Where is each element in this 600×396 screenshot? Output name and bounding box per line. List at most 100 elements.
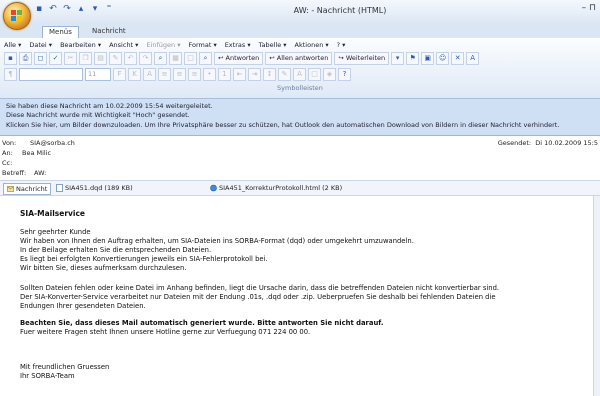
reply-button[interactable]: ↩ Antworten <box>214 52 264 65</box>
attachment-message-tab[interactable]: Nachricht <box>3 183 52 195</box>
bold-icon[interactable]: F <box>113 68 126 81</box>
from-value[interactable]: SIA@sorba.ch <box>30 139 75 147</box>
redo-icon[interactable]: ↷ <box>61 3 73 15</box>
toolbar-formatting: ¶ 11 F K A ≡ ≡ ≡ • 1 ⇤ ⇥ ↕ ✎ A □ ◈ ? <box>4 68 351 81</box>
attachment-html[interactable]: SIA451_KorrekturProtokoll.html (2 KB) <box>210 183 342 193</box>
search-icon[interactable]: ⌕ <box>199 52 212 65</box>
forward-icon: ↪ <box>338 54 346 62</box>
tab-menus[interactable]: Menüs <box>42 26 79 38</box>
sort-icon[interactable]: ↕ <box>263 68 276 81</box>
subject-label: Betreff: <box>2 169 27 177</box>
text-style-icon[interactable]: A <box>466 52 480 65</box>
message-heading: SIA-Mailservice <box>20 209 86 218</box>
office-logo-icon <box>10 9 24 23</box>
menu-format[interactable]: Format ▾ <box>188 41 216 49</box>
office-button[interactable] <box>3 2 31 30</box>
move-folder-icon[interactable]: ▣ <box>421 52 435 65</box>
paste-icon[interactable]: ▤ <box>94 52 107 65</box>
html-file-icon <box>210 184 217 192</box>
file-icon <box>56 184 63 192</box>
cut-icon[interactable]: ✂ <box>64 52 77 65</box>
menu-datei[interactable]: Datei ▾ <box>29 41 52 49</box>
indent-increase-icon[interactable]: ⇥ <box>248 68 261 81</box>
message-hotline: Fuer weitere Fragen steht Ihnen unsere H… <box>20 328 311 336</box>
message-line: In der Beilage erhalten Sie die entsprec… <box>20 246 212 254</box>
font-grow-icon[interactable]: A <box>143 68 156 81</box>
down-icon[interactable]: ▾ <box>89 3 101 15</box>
table-icon[interactable]: ▦ <box>169 52 182 65</box>
find-icon[interactable]: ⌕ <box>154 52 167 65</box>
to-value[interactable]: Bea Milic <box>22 149 51 157</box>
category-icon[interactable]: ▾ <box>391 52 405 65</box>
menu-einfuegen[interactable]: Einfügen ▾ <box>146 41 180 49</box>
save-icon[interactable]: ▪ <box>4 52 17 65</box>
border-icon[interactable]: □ <box>308 68 321 81</box>
flag-icon[interactable]: ⚑ <box>406 52 420 65</box>
ribbon-group-label: Symbolleisten <box>277 84 323 92</box>
reply-all-button[interactable]: ↩ Allen antworten <box>265 52 333 65</box>
message-line: Wir haben von Ihnen den Auftrag erhalten… <box>20 237 414 245</box>
menu-extras[interactable]: Extras ▾ <box>225 41 251 49</box>
font-color-icon[interactable]: A <box>293 68 306 81</box>
copy-icon[interactable]: ❐ <box>79 52 92 65</box>
menu-tabelle[interactable]: Tabelle ▾ <box>259 41 287 49</box>
message-closing: Mit freundlichen Gruessen <box>20 363 110 371</box>
to-label: An: <box>2 149 13 157</box>
align-right-icon[interactable]: ≡ <box>188 68 201 81</box>
menu-bearbeiten[interactable]: Bearbeiten ▾ <box>60 41 101 49</box>
message-line: Endungen Ihrer gesendeten Dateien. <box>20 302 146 310</box>
format-painter-icon[interactable]: ✎ <box>109 52 122 65</box>
save-icon[interactable]: ▪ <box>33 3 45 15</box>
message-signature: Ihr SORBA-Team <box>20 372 75 380</box>
undo-icon[interactable]: ↶ <box>47 3 59 15</box>
font-family-select[interactable] <box>19 68 83 81</box>
message-line: Es liegt bei erfolgten Konvertierungen j… <box>20 255 268 263</box>
box-icon[interactable]: □ <box>184 52 197 65</box>
window-controls[interactable]: – ⊓ <box>582 3 596 13</box>
reply-all-icon: ↩ <box>269 54 277 62</box>
align-center-icon[interactable]: ≡ <box>173 68 186 81</box>
message-line: Wir bitten Sie, dieses aufmerksam durchz… <box>20 264 187 272</box>
classic-menu-bar: Alle ▾ Datei ▾ Bearbeiten ▾ Ansicht ▾ Ei… <box>4 41 345 49</box>
info-importance: Diese Nachricht wurde mit Wichtigkeit "H… <box>6 111 190 119</box>
window-title: AW: - Nachricht (HTML) <box>293 6 387 15</box>
subject-value: AW: <box>34 169 47 177</box>
numbering-icon[interactable]: 1 <box>218 68 231 81</box>
indent-decrease-icon[interactable]: ⇤ <box>233 68 246 81</box>
undo-icon[interactable]: ↶ <box>124 52 137 65</box>
from-label: Von: <box>2 139 17 147</box>
shading-icon[interactable]: ◈ <box>323 68 336 81</box>
envelope-icon <box>7 185 14 193</box>
message-line: Sollten Dateien fehlen oder keine Datei … <box>20 284 500 292</box>
info-download-images[interactable]: Klicken Sie hier, um Bilder downzuloaden… <box>6 121 559 129</box>
italic-icon[interactable]: K <box>128 68 141 81</box>
tab-nachricht[interactable]: Nachricht <box>86 26 132 37</box>
vertical-scrollbar[interactable] <box>593 196 600 396</box>
forward-button[interactable]: ↪ Weiterleiten <box>334 52 390 65</box>
font-size-select[interactable]: 11 <box>85 68 111 81</box>
attachment-dqd[interactable]: SIA451.dqd (189 KB) <box>56 183 133 193</box>
menu-aktionen[interactable]: Aktionen ▾ <box>295 41 329 49</box>
delete-icon[interactable]: ✕ <box>451 52 465 65</box>
align-left-icon[interactable]: ≡ <box>158 68 171 81</box>
highlight-icon[interactable]: ✎ <box>278 68 291 81</box>
menu-help[interactable]: ? ▾ <box>337 41 346 49</box>
customize-icon[interactable]: ⁼ <box>103 3 115 15</box>
menu-ansicht[interactable]: Ansicht ▾ <box>109 41 138 49</box>
user-icon[interactable]: ☺ <box>436 52 450 65</box>
preview-icon[interactable]: ◻ <box>34 52 47 65</box>
spelling-icon[interactable]: ✓ <box>49 52 62 65</box>
message-greeting: Sehr geehrter Kunde <box>20 228 91 236</box>
up-icon[interactable]: ▴ <box>75 3 87 15</box>
print-icon[interactable]: ⎙ <box>19 52 32 65</box>
message-notice: Beachten Sie, dass dieses Mail automatis… <box>20 319 384 327</box>
bullets-icon[interactable]: • <box>203 68 216 81</box>
toolbar-standard: ▪ ⎙ ◻ ✓ ✂ ❐ ▤ ✎ ↶ ↷ ⌕ ▦ □ ⌕ ↩ Antworten … <box>4 52 480 65</box>
reply-icon: ↩ <box>218 54 226 62</box>
redo-icon[interactable]: ↷ <box>139 52 152 65</box>
quick-access-toolbar: ▪ ↶ ↷ ▴ ▾ ⁼ <box>33 3 115 17</box>
sent-value: Di 10.02.2009 15:5 <box>535 139 598 147</box>
help-icon[interactable]: ? <box>338 68 351 81</box>
menu-alle[interactable]: Alle ▾ <box>4 41 21 49</box>
style-icon[interactable]: ¶ <box>4 68 17 81</box>
